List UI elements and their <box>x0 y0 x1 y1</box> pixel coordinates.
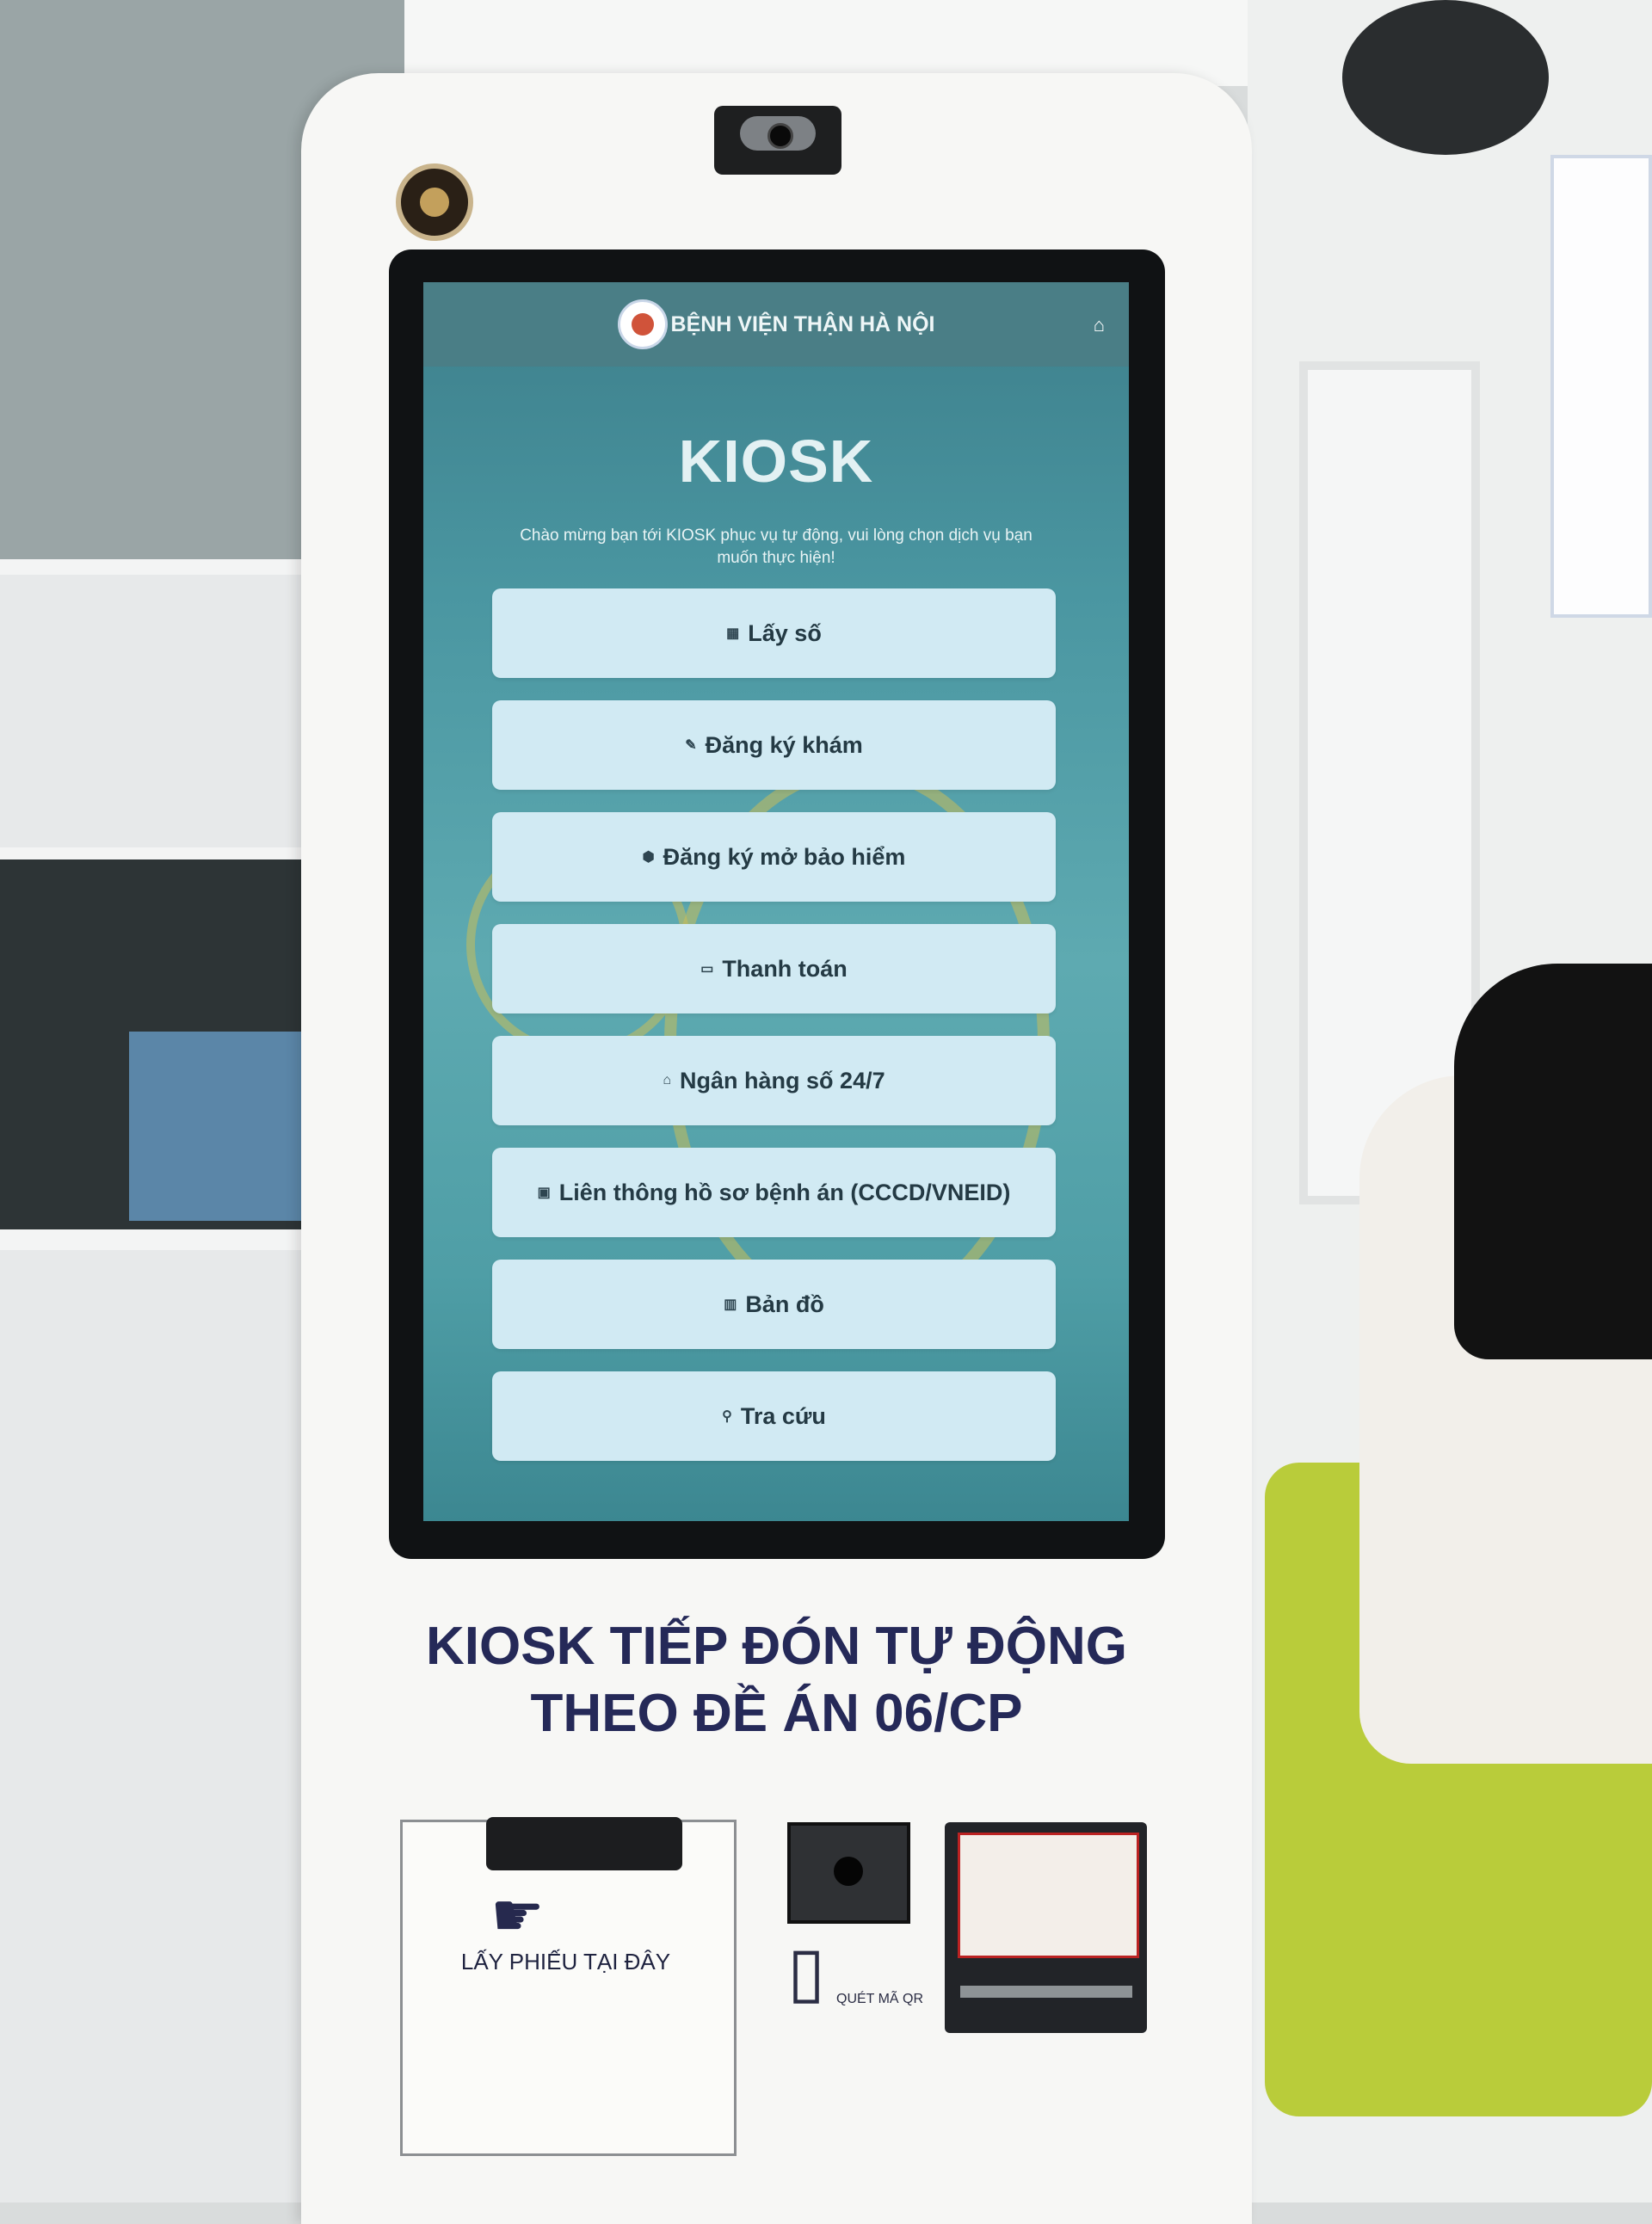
background-photo <box>129 1032 318 1221</box>
background-reception-window <box>0 847 318 1250</box>
service-menu: ▦ Lấy số ✎ Đăng ký khám ⬢ Đăng ký mở bảo… <box>492 588 1056 1483</box>
ticket-label: LẤY PHIẾU TẠI ĐÂY <box>460 1949 671 1974</box>
menu-button-lien-thong-ho-so[interactable]: ▣ Liên thông hồ sơ bệnh án (CCCD/VNEID) <box>492 1148 1056 1237</box>
menu-button-ngan-hang[interactable]: ⌂ Ngân hàng số 24/7 <box>492 1036 1056 1125</box>
shield-icon: ⬢ <box>642 850 655 865</box>
slogan-line-1: KIOSK TIẾP ĐÓN TỰ ĐỘNG <box>425 1617 1128 1676</box>
webcam-lens <box>740 116 816 151</box>
menu-button-label: Lấy số <box>748 619 822 646</box>
search-icon: ⚲ <box>722 1409 732 1424</box>
qr-label: QUÉT MÃ QR <box>836 1992 924 2006</box>
menu-button-ban-do[interactable]: ▥ Bản đồ <box>492 1260 1056 1349</box>
slogan-line-2: THEO ĐỀ ÁN 06/CP <box>530 1684 1023 1743</box>
webcam <box>714 106 841 175</box>
welcome-message: Chào mừng bạn tới KIOSK phục vụ tự động,… <box>520 527 1032 567</box>
id-card-illustration <box>958 1833 1139 1958</box>
hospital-logo <box>617 299 668 349</box>
menu-button-label: Liên thông hồ sơ bệnh án (CCCD/VNEID) <box>558 1179 1011 1205</box>
ticket-slot[interactable] <box>486 1817 682 1870</box>
menu-button-dang-ky-kham[interactable]: ✎ Đăng ký khám <box>492 700 1056 790</box>
home-icon[interactable]: ⌂ <box>1094 314 1105 336</box>
pointing-hand-icon: ☛ <box>490 1882 545 1949</box>
menu-button-label: Bản đồ <box>745 1291 824 1317</box>
map-icon: ▥ <box>724 1297 737 1312</box>
card-icon: ▭ <box>700 962 714 976</box>
qr-scanner[interactable] <box>787 1822 910 1924</box>
menu-button-lay-so[interactable]: ▦ Lấy số <box>492 588 1056 678</box>
id-card-reader[interactable] <box>945 1822 1147 2033</box>
menu-button-label: Ngân hàng số 24/7 <box>680 1067 885 1094</box>
kiosk-slogan: KIOSK TIẾP ĐÓN TỰ ĐỘNG THEO ĐỀ ÁN 06/CP <box>301 1613 1252 1747</box>
id-card-icon: ▣ <box>537 1186 551 1200</box>
page-title: KIOSK <box>678 428 874 495</box>
menu-button-label: Đăng ký khám <box>705 731 863 758</box>
edit-icon: ✎ <box>685 738 697 753</box>
bank-icon: ⌂ <box>663 1073 672 1087</box>
menu-button-thanh-toan[interactable]: ▭ Thanh toán <box>492 924 1056 1013</box>
menu-button-label: Tra cứu <box>740 1402 826 1429</box>
menu-button-dang-ky-bao-hiem[interactable]: ⬢ Đăng ký mở bảo hiểm <box>492 812 1056 902</box>
menu-button-label: Thanh toán <box>722 955 848 982</box>
menu-button-tra-cuu[interactable]: ⚲ Tra cứu <box>492 1371 1056 1461</box>
hospital-name: BỆNH VIỆN THẬN HÀ NỘI <box>670 311 935 336</box>
wall-fan <box>1342 0 1549 155</box>
qr-phone-icon: ▯ <box>787 1933 826 2010</box>
kiosk-screen: BỆNH VIỆN THẬN HÀ NỘI ⌂ KIOSK Chào mừng … <box>423 282 1129 1521</box>
top-bar: BỆNH VIỆN THẬN HÀ NỘI ⌂ <box>423 282 1129 367</box>
background-left-wall <box>0 0 404 2202</box>
menu-button-label: Đăng ký mở bảo hiểm <box>663 843 906 870</box>
ticket-icon: ▦ <box>726 626 740 641</box>
background-right-area <box>1248 0 1652 2202</box>
wall-poster <box>1550 155 1652 618</box>
proximity-sensor <box>396 163 473 241</box>
card-slot[interactable] <box>960 1986 1132 1998</box>
person-hair <box>1454 964 1652 1359</box>
